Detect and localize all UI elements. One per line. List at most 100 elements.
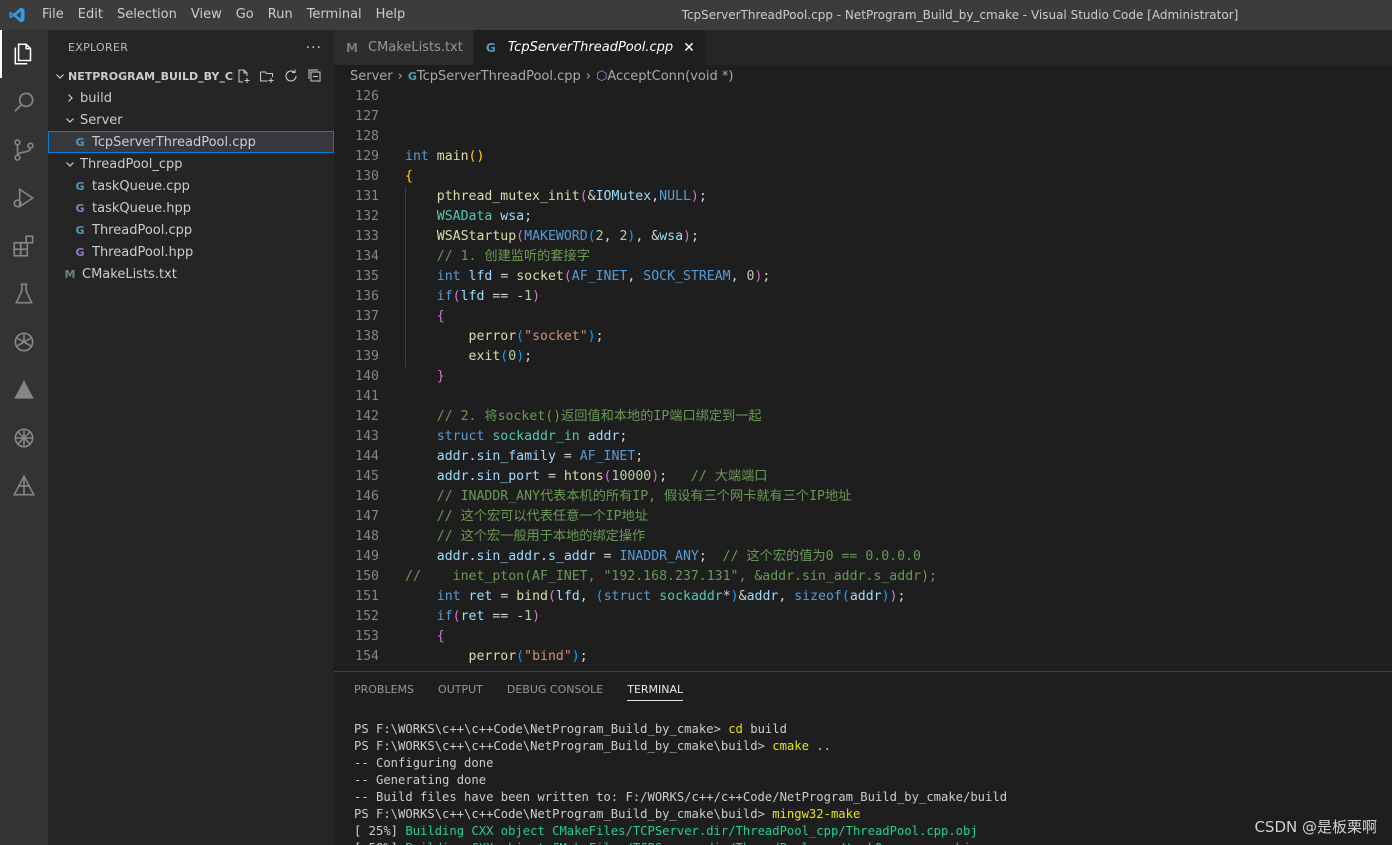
panel-tabs: PROBLEMS OUTPUT DEBUG CONSOLE TERMINAL: [334, 672, 1392, 708]
menu-file[interactable]: File: [34, 0, 71, 30]
tree-item-label: CMakeLists.txt: [82, 266, 177, 282]
line-number: 140: [355, 369, 379, 384]
new-folder-icon[interactable]: [258, 67, 276, 85]
menu-selection[interactable]: Selection: [110, 0, 184, 30]
code-line: 154 perror("bind");: [334, 647, 1392, 667]
breadcrumb-item[interactable]: TcpServerThreadPool.cpp: [417, 69, 581, 84]
chevron-right-icon: [62, 90, 78, 106]
code-line: 149 addr.sin_addr.s_addr = INADDR_ANY; /…: [334, 547, 1392, 567]
line-text: [379, 107, 405, 127]
tree-item-threadpool-cpp[interactable]: G ThreadPool.cpp: [48, 219, 334, 241]
source-control-icon[interactable]: [0, 126, 48, 174]
explorer-icon[interactable]: [0, 30, 48, 78]
file-tree: build Server G TcpServerThreadPool.cpp Threa…: [48, 87, 334, 285]
line-number: 144: [355, 449, 379, 464]
sidebar-title: EXPLORER: [68, 41, 129, 54]
line-number: 138: [355, 329, 379, 344]
terminal-text: -- Build files have been written to: F:/…: [354, 790, 1008, 804]
menu-help[interactable]: Help: [369, 0, 413, 30]
breadcrumb: Server › G TcpServerThreadPool.cpp › ⬡ Accep…: [334, 65, 1392, 87]
tree-item-label: taskQueue.hpp: [92, 200, 191, 216]
terminal-prompt: [ 25%]: [354, 824, 406, 838]
tree-item-tcpserverthreadpool-cpp[interactable]: G TcpServerThreadPool.cpp: [48, 131, 334, 153]
line-text: // 2. 将socket()返回值和本地的IP端口绑定到一起: [436, 409, 762, 424]
line-number: 151: [355, 589, 379, 604]
terminal-prompt: PS F:\WORKS\c++\c++Code\NetProgram_Build…: [354, 807, 773, 821]
watermark: CSDN @是板栗啊: [1254, 818, 1377, 836]
explorer-actions: [234, 67, 334, 85]
panel-tab-debug-console[interactable]: DEBUG CONSOLE: [507, 672, 603, 708]
line-text: addr.sin_family = AF_INET;: [436, 449, 644, 464]
tree-item-server[interactable]: Server: [48, 109, 334, 131]
run-debug-icon[interactable]: [0, 174, 48, 222]
tree-item-threadpool-cpp[interactable]: ThreadPool_cpp: [48, 153, 334, 175]
code-line: 138 perror("socket");: [334, 327, 1392, 347]
code-editor[interactable]: 126 127 128 129 int main() 130 {131 pthread_mu…: [334, 87, 1392, 671]
tree-item-taskqueue-cpp[interactable]: GtaskQueue.cpp: [48, 175, 334, 197]
new-file-icon[interactable]: [234, 67, 252, 85]
chatgpt-icon[interactable]: [0, 414, 48, 462]
line-number: 129: [355, 149, 379, 164]
refresh-icon[interactable]: [282, 67, 300, 85]
panel-tab-problems[interactable]: PROBLEMS: [354, 672, 414, 708]
terminal-prompt: [ 50%]: [354, 841, 405, 845]
line-number: 145: [355, 469, 379, 484]
close-icon[interactable]: ✕: [683, 40, 695, 56]
line-number: 153: [355, 629, 379, 644]
code-line: 129 int main(): [334, 147, 1392, 167]
line-text: addr.sin_addr.s_addr = INADDR_ANY; // 这个…: [436, 549, 921, 564]
terminal-line: PS F:\WORKS\c++\c++Code\NetProgram_Build…: [354, 738, 1007, 755]
line-text: addr.sin_port = htons(10000); // 大端端口: [436, 469, 768, 484]
code-line: 128: [334, 127, 1392, 147]
tree-item-build[interactable]: build: [48, 87, 334, 109]
tab-tcpserverthreadpool-cpp[interactable]: G TcpServerThreadPool.cpp ✕: [473, 30, 706, 65]
menu-edit[interactable]: Edit: [71, 0, 110, 30]
code-line: 127: [334, 107, 1392, 127]
terminal-line: [ 50%] Building CXX object CMakeFiles/TC…: [354, 840, 1007, 845]
code-line: 140 }: [334, 367, 1392, 387]
cmake-icon[interactable]: [0, 366, 48, 414]
tab-label: TcpServerThreadPool.cpp: [507, 40, 674, 55]
line-number: 148: [355, 529, 379, 544]
more-actions-icon[interactable]: ···: [306, 40, 322, 56]
collapse-all-icon[interactable]: [306, 67, 324, 85]
code-line: 139 exit(0);: [334, 347, 1392, 367]
line-number: 135: [355, 269, 379, 284]
code-line: 137 {: [334, 307, 1392, 327]
code-line: 153 {: [334, 627, 1392, 647]
code-line: 144 addr.sin_family = AF_INET;: [334, 447, 1392, 467]
code-line: 126: [334, 87, 1392, 107]
search-icon[interactable]: [0, 78, 48, 126]
menu-view[interactable]: View: [184, 0, 229, 30]
breadcrumb-item[interactable]: AcceptConn(void *): [607, 69, 733, 84]
line-number: 132: [355, 209, 379, 224]
line-number: 139: [355, 349, 379, 364]
tree-item-label: taskQueue.cpp: [92, 178, 190, 194]
testing-icon[interactable]: [0, 270, 48, 318]
line-number: 127: [355, 109, 379, 124]
tree-item-cmakelists-txt[interactable]: M CMakeLists.txt: [48, 263, 334, 285]
activity-bar: [0, 30, 48, 845]
chevron-down-icon: [62, 112, 78, 128]
line-number: 147: [355, 509, 379, 524]
line-text: if(ret == -1): [436, 609, 541, 624]
extensions-icon[interactable]: [0, 222, 48, 270]
tree-item-taskqueue-hpp[interactable]: GtaskQueue.hpp: [48, 197, 334, 219]
menu-terminal[interactable]: Terminal: [300, 0, 369, 30]
panel-tab-output[interactable]: OUTPUT: [438, 672, 483, 708]
workspace-root[interactable]: NETPROGRAM_BUILD_BY_CM...: [48, 65, 334, 87]
deploy-icon[interactable]: [0, 462, 48, 510]
panel-tab-terminal[interactable]: TERMINAL: [627, 672, 683, 708]
menu-go[interactable]: Go: [229, 0, 261, 30]
breadcrumb-item[interactable]: Server: [350, 69, 393, 84]
explorer-sidebar: EXPLORER ··· NETPROGRAM_BUILD_BY_CM... b…: [48, 30, 334, 845]
tab-cmakelists-txt[interactable]: M CMakeLists.txt: [334, 30, 474, 65]
tree-item-threadpool-hpp[interactable]: G ThreadPool.hpp: [48, 241, 334, 263]
menu-run[interactable]: Run: [261, 0, 300, 30]
openai-icon[interactable]: [0, 318, 48, 366]
code-line: 141: [334, 387, 1392, 407]
line-text: }: [436, 369, 445, 384]
terminal-output[interactable]: PS F:\WORKS\c++\c++Code\NetProgram_Build…: [354, 721, 1007, 845]
code-line: 146 // INADDR_ANY代表本机的所有IP, 假设有三个网卡就有三个I…: [334, 487, 1392, 507]
terminal-command: mingw32-make: [772, 807, 861, 821]
